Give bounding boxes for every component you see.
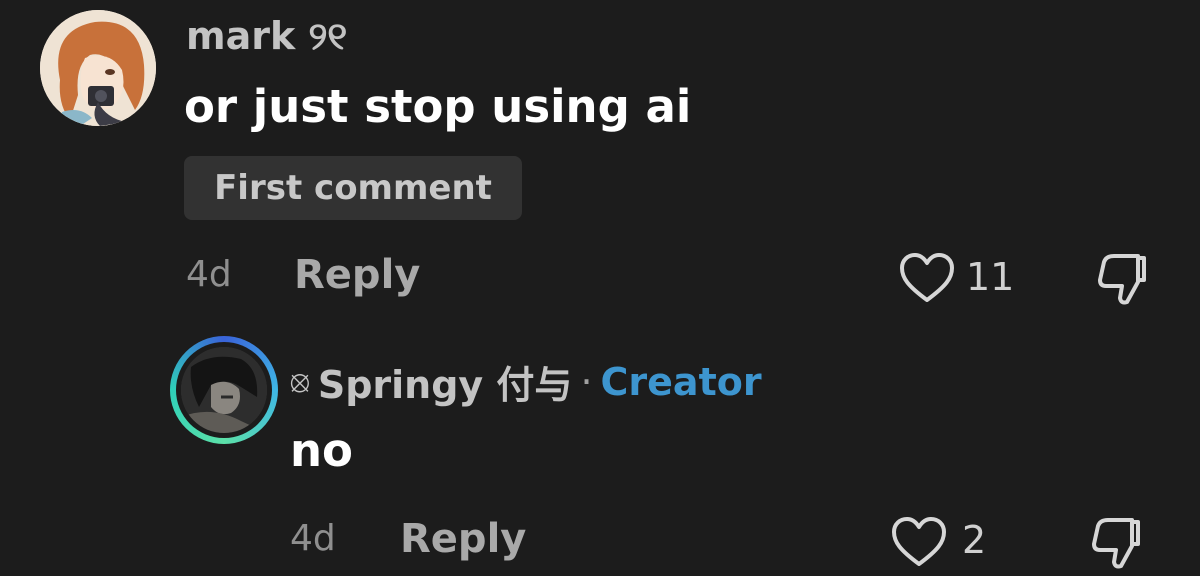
badge-label: First comment xyxy=(214,168,492,208)
reply-text: no xyxy=(290,424,353,477)
block-icon: ⦻ xyxy=(290,364,310,399)
anime-girl-avatar-icon xyxy=(40,10,156,126)
reply-age: 4d xyxy=(290,518,336,559)
comment-username[interactable]: mark ୨୧ xyxy=(186,14,347,59)
reply-username-row: ⦻ Springy 付与 · Creator xyxy=(290,354,762,409)
comment-text: or just stop using ai xyxy=(184,80,692,133)
separator-dot: · xyxy=(580,359,593,404)
reply-username[interactable]: Springy 付与 xyxy=(318,354,573,409)
reply-button[interactable]: Reply xyxy=(400,516,526,562)
creator-label: Creator xyxy=(600,359,762,404)
commenter-avatar[interactable] xyxy=(40,10,156,126)
like-icon[interactable] xyxy=(890,516,948,568)
first-comment-badge: First comment xyxy=(184,156,522,220)
like-count: 11 xyxy=(966,255,1015,299)
dark-character-avatar-icon xyxy=(181,347,267,433)
like-icon[interactable] xyxy=(898,252,956,304)
dislike-icon[interactable] xyxy=(1094,252,1150,306)
creator-avatar[interactable] xyxy=(170,336,278,444)
like-count: 2 xyxy=(962,518,987,562)
dislike-icon[interactable] xyxy=(1088,516,1144,570)
reply-button[interactable]: Reply xyxy=(294,252,420,298)
comment-age: 4d xyxy=(186,254,232,295)
